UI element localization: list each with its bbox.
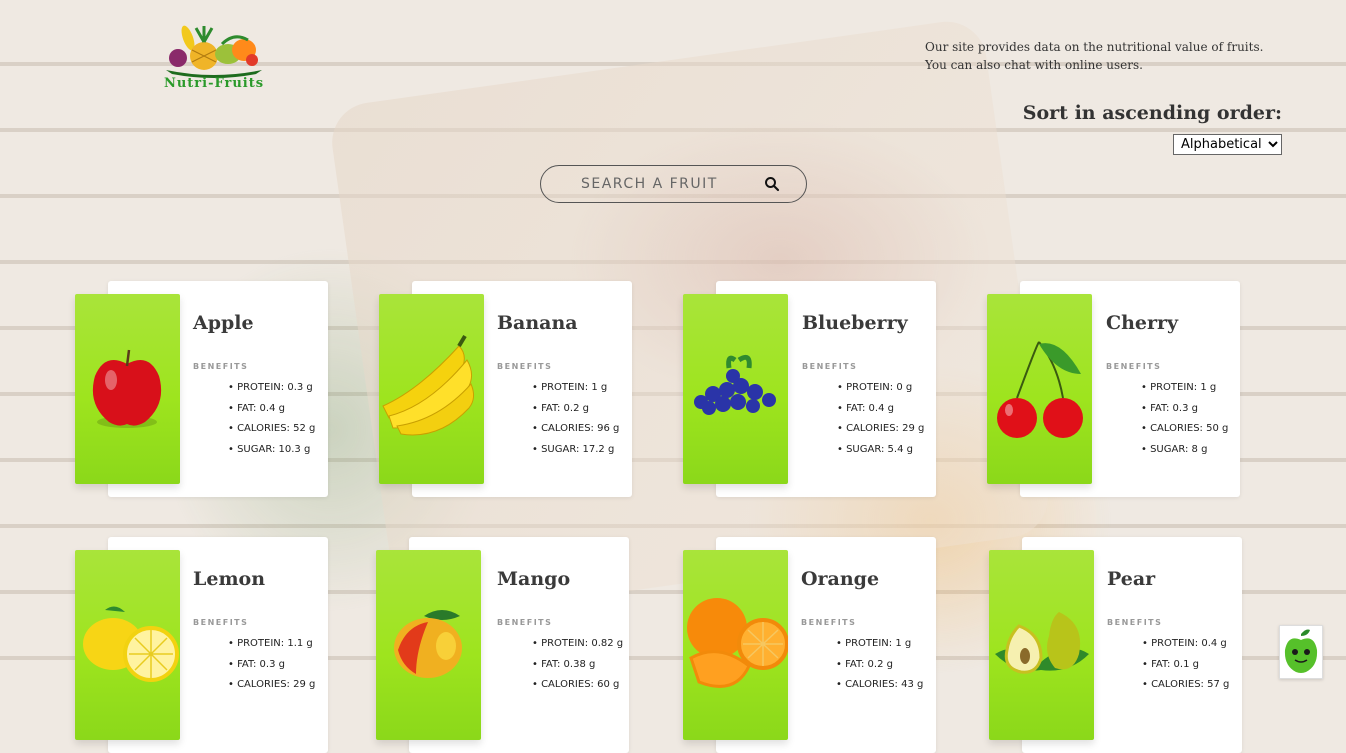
protein-value: PROTEIN: 0.4 g bbox=[1142, 638, 1229, 659]
benefits-label: BENEFITS bbox=[801, 618, 857, 627]
fat-value: FAT: 0.38 g bbox=[532, 659, 623, 680]
mango-image bbox=[376, 550, 481, 740]
protein-value: PROTEIN: 0.3 g bbox=[228, 382, 315, 403]
sugar-value: SUGAR: 8 g bbox=[1141, 444, 1228, 465]
fruit-name: Lemon bbox=[193, 568, 266, 590]
sugar-value: SUGAR: 17.2 g bbox=[532, 444, 619, 465]
sort-label: Sort in ascending order: bbox=[1022, 102, 1282, 124]
calories-value: CALORIES: 50 g bbox=[1141, 423, 1228, 444]
logo[interactable]: Nutri-Fruits bbox=[152, 18, 276, 96]
fat-value: FAT: 0.1 g bbox=[1142, 659, 1229, 680]
sort-select[interactable]: Alphabetical bbox=[1173, 134, 1282, 155]
benefits-label: BENEFITS bbox=[193, 618, 249, 627]
calories-value: CALORIES: 29 g bbox=[228, 679, 315, 700]
tagline-line-1: Our site provides data on the nutritiona… bbox=[925, 40, 1264, 54]
site-tagline: Our site provides data on the nutritiona… bbox=[925, 38, 1263, 74]
fruit-basket-icon bbox=[166, 25, 262, 78]
protein-value: PROTEIN: 1 g bbox=[1141, 382, 1228, 403]
apple-image bbox=[75, 294, 180, 484]
benefits-label: BENEFITS bbox=[1106, 362, 1162, 371]
tagline-line-2: You can also chat with online users. bbox=[925, 58, 1143, 72]
nutrition-list: PROTEIN: 1 g FAT: 0.2 g CALORIES: 96 g S… bbox=[532, 382, 619, 464]
benefits-label: BENEFITS bbox=[497, 362, 553, 371]
fruit-name: Cherry bbox=[1106, 312, 1179, 334]
calories-value: CALORIES: 60 g bbox=[532, 679, 623, 700]
orange-image bbox=[683, 550, 788, 740]
calories-value: CALORIES: 29 g bbox=[837, 423, 924, 444]
fruit-name: Banana bbox=[497, 312, 578, 334]
lemon-image bbox=[75, 550, 180, 740]
nutrition-list: PROTEIN: 0 g FAT: 0.4 g CALORIES: 29 g S… bbox=[837, 382, 924, 464]
calories-value: CALORIES: 96 g bbox=[532, 423, 619, 444]
nutrition-list: PROTEIN: 0.82 g FAT: 0.38 g CALORIES: 60… bbox=[532, 638, 623, 700]
benefits-label: BENEFITS bbox=[193, 362, 249, 371]
nutrition-list: PROTEIN: 0.4 g FAT: 0.1 g CALORIES: 57 g bbox=[1142, 638, 1229, 700]
cherry-image bbox=[987, 294, 1092, 484]
search-icon[interactable] bbox=[763, 175, 781, 193]
search-bar[interactable] bbox=[540, 165, 807, 203]
logo-text: Nutri-Fruits bbox=[163, 76, 265, 91]
fat-value: FAT: 0.2 g bbox=[532, 403, 619, 424]
apple-chat-icon bbox=[1284, 629, 1318, 673]
nutrition-list: PROTEIN: 1.1 g FAT: 0.3 g CALORIES: 29 g bbox=[228, 638, 315, 700]
protein-value: PROTEIN: 1.1 g bbox=[228, 638, 315, 659]
fat-value: FAT: 0.4 g bbox=[228, 403, 315, 424]
fat-value: FAT: 0.2 g bbox=[836, 659, 923, 680]
sugar-value: SUGAR: 5.4 g bbox=[837, 444, 924, 465]
blueberry-image bbox=[683, 294, 788, 484]
fruit-name: Pear bbox=[1107, 568, 1156, 590]
fat-value: FAT: 0.4 g bbox=[837, 403, 924, 424]
protein-value: PROTEIN: 0.82 g bbox=[532, 638, 623, 659]
benefits-label: BENEFITS bbox=[1107, 618, 1163, 627]
fat-value: FAT: 0.3 g bbox=[1141, 403, 1228, 424]
nutrition-list: PROTEIN: 0.3 g FAT: 0.4 g CALORIES: 52 g… bbox=[228, 382, 315, 464]
benefits-label: BENEFITS bbox=[802, 362, 858, 371]
pear-image bbox=[989, 550, 1094, 740]
fruit-name: Blueberry bbox=[802, 312, 908, 334]
nutrition-list: PROTEIN: 1 g FAT: 0.3 g CALORIES: 50 g S… bbox=[1141, 382, 1228, 464]
protein-value: PROTEIN: 1 g bbox=[836, 638, 923, 659]
protein-value: PROTEIN: 1 g bbox=[532, 382, 619, 403]
nutrition-list: PROTEIN: 1 g FAT: 0.2 g CALORIES: 43 g bbox=[836, 638, 923, 700]
calories-value: CALORIES: 43 g bbox=[836, 679, 923, 700]
fruit-name: Mango bbox=[497, 568, 571, 590]
chat-button[interactable] bbox=[1279, 625, 1323, 679]
fruit-name: Apple bbox=[193, 312, 254, 334]
calories-value: CALORIES: 57 g bbox=[1142, 679, 1229, 700]
calories-value: CALORIES: 52 g bbox=[228, 423, 315, 444]
fat-value: FAT: 0.3 g bbox=[228, 659, 315, 680]
benefits-label: BENEFITS bbox=[497, 618, 553, 627]
fruit-name: Orange bbox=[801, 568, 880, 590]
protein-value: PROTEIN: 0 g bbox=[837, 382, 924, 403]
banana-image bbox=[379, 294, 484, 484]
sugar-value: SUGAR: 10.3 g bbox=[228, 444, 315, 465]
search-input[interactable] bbox=[579, 175, 763, 193]
